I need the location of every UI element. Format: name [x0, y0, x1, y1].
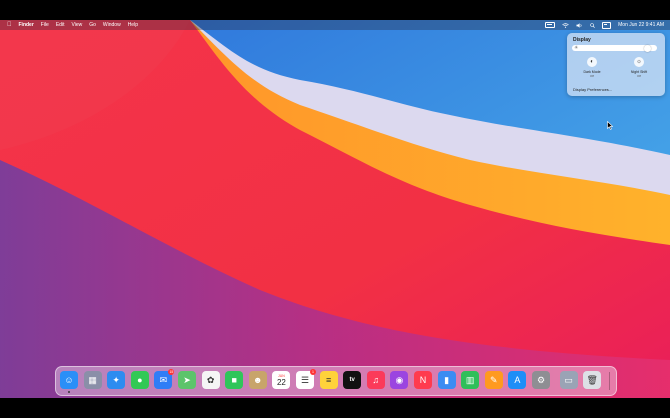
launchpad-icon[interactable]: ▦ [83, 371, 102, 389]
podcasts-icon[interactable]: ◉ [390, 371, 409, 389]
tv-glyph: tv [349, 377, 355, 383]
pages-icon[interactable]: ✎ [484, 371, 503, 389]
mouse-pointer-icon [607, 121, 613, 130]
notes-icon[interactable]: ≡ [319, 371, 338, 389]
display-panel-title: Display [573, 37, 591, 43]
safari-icon[interactable]: ✦ [107, 371, 126, 389]
notification-badge: 15 [168, 369, 175, 375]
dark-mode-toggle[interactable]: ◐ Dark Mode Off [577, 57, 607, 78]
photos-icon[interactable]: ✿ [201, 371, 220, 389]
night-shift-toggle[interactable]: ☼ Night Shift Off [624, 57, 654, 78]
dark-mode-state: Off [590, 74, 594, 78]
calendar-day: 22 [276, 377, 286, 387]
messages-glyph: ● [137, 375, 143, 385]
news-glyph: N [419, 375, 427, 385]
mail-glyph: ✉ [159, 374, 168, 385]
desktop:  Finder File Edit View Go Window Help M… [0, 20, 670, 398]
numbers-glyph: ▥ [465, 374, 475, 385]
dock-separator [609, 372, 610, 390]
keynote-icon[interactable]: ▮ [437, 371, 456, 389]
notification-badge: 1 [310, 369, 316, 375]
dark-mode-icon[interactable]: ◐ [587, 57, 597, 67]
safari-glyph: ✦ [112, 374, 120, 385]
trash-icon[interactable]: 🗑 [583, 371, 602, 389]
trash-glyph: 🗑 [586, 374, 598, 385]
brightness-sun-icon: ☀ [574, 45, 579, 51]
reminders-glyph: ☰ [300, 374, 310, 385]
battery-icon[interactable] [545, 22, 556, 28]
pages-glyph: ✎ [490, 374, 498, 385]
podcasts-glyph: ◉ [395, 374, 404, 385]
brightness-slider[interactable]: ☀ [572, 44, 657, 52]
launchpad-glyph: ▦ [88, 374, 97, 385]
menu-window[interactable]: Window [103, 22, 121, 28]
system-preferences-icon[interactable]: ⚙ [532, 371, 550, 389]
finder-glyph: ☺ [64, 375, 74, 385]
dock: ☺ ▦ ✦ ● ✉ 15 ➤ ✿ ■ ☻ JUN 22 ☰ 1 ≡ tv ♫ ◉ N ▮ ▥ ✎ A ⚙ ▭ 🗑 [55, 366, 617, 396]
news-icon[interactable]: N [414, 371, 432, 389]
running-indicator [68, 391, 70, 393]
messages-icon[interactable]: ● [130, 371, 149, 389]
menu-app-name[interactable]: Finder [19, 22, 34, 28]
volume-icon[interactable] [576, 22, 583, 28]
contacts-glyph: ☻ [253, 375, 263, 385]
app-store-glyph: A [514, 375, 521, 385]
finder-icon[interactable]: ☺ [60, 371, 78, 389]
maps-glyph: ➤ [183, 374, 191, 385]
system-preferences-glyph: ⚙ [536, 374, 546, 385]
preview-icon[interactable]: ▭ [559, 371, 578, 389]
maps-icon[interactable]: ➤ [178, 371, 196, 389]
calendar-icon[interactable]: JUN 22 [272, 371, 291, 389]
menu-go[interactable]: Go [89, 22, 96, 28]
numbers-icon[interactable]: ▥ [461, 371, 480, 389]
music-glyph: ♫ [372, 375, 380, 385]
apple-menu-icon[interactable]:  [7, 22, 12, 28]
night-shift-icon[interactable]: ☼ [634, 57, 644, 67]
control-center-icon[interactable] [602, 21, 612, 29]
menu-file[interactable]: File [41, 22, 49, 28]
reminders-icon[interactable]: ☰ 1 [296, 369, 316, 389]
menu-help[interactable]: Help [128, 22, 138, 28]
night-shift-state: Off [637, 74, 641, 78]
display-control-panel: Display ☀ ◐ Dark Mode Off ☼ Night Shift … [567, 33, 665, 96]
notes-glyph: ≡ [325, 375, 332, 385]
preview-glyph: ▭ [564, 374, 573, 385]
display-preferences-link[interactable]: Display Preferences... [573, 87, 612, 92]
contacts-icon[interactable]: ☻ [248, 371, 267, 389]
app-store-icon[interactable]: A [508, 371, 527, 389]
menu-bar:  Finder File Edit View Go Window Help M… [0, 20, 670, 30]
menu-view[interactable]: View [71, 22, 82, 28]
menu-clock[interactable]: Mon Jun 22 9:41 AM [618, 22, 664, 28]
keynote-glyph: ▮ [444, 374, 450, 385]
menu-edit[interactable]: Edit [56, 22, 65, 28]
photos-glyph: ✿ [206, 374, 215, 385]
wifi-icon[interactable] [562, 22, 569, 28]
facetime-icon[interactable]: ■ [225, 371, 244, 389]
music-icon[interactable]: ♫ [366, 371, 385, 389]
brightness-slider-knob[interactable] [643, 44, 651, 52]
spotlight-search-icon[interactable] [590, 22, 595, 28]
tv-icon[interactable]: tv [343, 371, 362, 389]
mail-icon[interactable]: ✉ 15 [154, 369, 175, 389]
facetime-glyph: ■ [231, 375, 237, 385]
